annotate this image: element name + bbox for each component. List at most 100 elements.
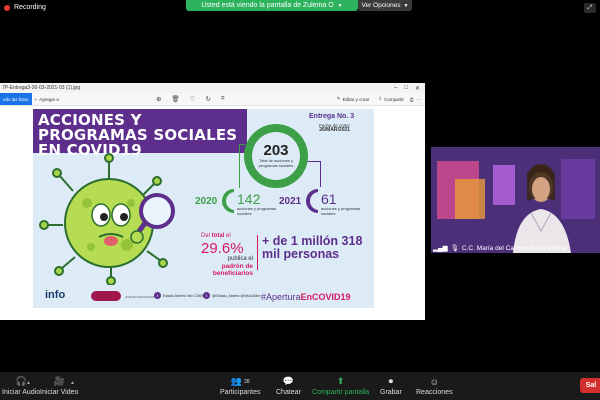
fullscreen-button[interactable]: ⤢ bbox=[584, 3, 596, 13]
favorite-icon[interactable]: ♡ bbox=[190, 95, 196, 103]
signal-bars-icon: ▂▄▆ bbox=[433, 245, 448, 252]
facebook-handle: f Estado Abierto Info CDMX bbox=[154, 292, 204, 299]
label-2020: acciones y programas sociales bbox=[237, 206, 277, 216]
beneficiaries-total: + de 1 millón 318 mil personas bbox=[262, 234, 363, 261]
reactions-label: Reacciones bbox=[416, 389, 453, 396]
chat-button[interactable]: 💬 Chatear bbox=[276, 376, 301, 396]
window-title: 7P-Entrega3-26-03-2021-03 (1).jpg bbox=[2, 85, 81, 91]
minimize-icon[interactable]: – bbox=[394, 85, 397, 92]
hashtag: #AperturaEnCOVID19 bbox=[261, 292, 351, 302]
chevron-down-icon: ▼ bbox=[403, 2, 409, 9]
leave-meeting-button[interactable]: Sal bbox=[580, 378, 600, 393]
view-options-button[interactable]: Ver Opciones ▼ bbox=[358, 0, 412, 11]
info-logo: info bbox=[45, 289, 66, 301]
maximize-icon[interactable]: □ bbox=[404, 85, 408, 92]
delete-icon[interactable]: 🗑 bbox=[171, 95, 179, 103]
all-photos-button[interactable]: odo las fotos bbox=[0, 93, 32, 105]
participants-label: Participantes bbox=[220, 389, 261, 396]
hashtag-part-a: #Apertura bbox=[261, 292, 301, 302]
start-video-label: Iniciar Video bbox=[40, 389, 79, 396]
chat-label: Chatear bbox=[276, 389, 301, 396]
share-screen-button[interactable]: ⬆ Compartir pantalla bbox=[312, 376, 369, 396]
screen-share-banner[interactable]: Usted está viendo la pantalla de Zulema … bbox=[186, 0, 358, 11]
all-photos-label: odo las fotos bbox=[3, 96, 29, 102]
facebook-icon: f bbox=[154, 292, 161, 299]
start-video-button[interactable]: 🎥 Iniciar Video bbox=[40, 376, 78, 396]
video-frame bbox=[431, 147, 600, 253]
infographic-image: ACCIONES Y PROGRAMAS SOCIALES EN COVID19… bbox=[33, 109, 374, 308]
share-screen-icon: ⬆ bbox=[336, 376, 345, 386]
record-dot-icon bbox=[4, 4, 10, 11]
edit-create-button[interactable]: ✎ Editar y crear bbox=[334, 96, 373, 102]
recording-indicator[interactable]: Recording bbox=[4, 4, 46, 11]
window-titlebar: 7P-Entrega3-26-03-2021-03 (1).jpg – □ ✕ bbox=[0, 83, 425, 93]
print-icon[interactable]: ⎙ bbox=[410, 97, 414, 102]
label-2021: acciones y programas sociales bbox=[321, 206, 361, 216]
count-2020: 142 bbox=[237, 191, 261, 207]
ciudad-logo bbox=[91, 291, 121, 301]
mic-icon: 🎙 bbox=[450, 245, 459, 252]
year-2020: 2020 bbox=[195, 196, 218, 207]
total-label: Total de acciones y programas sociales bbox=[258, 158, 294, 168]
bracket-2021 bbox=[306, 189, 320, 213]
edit-create-label: Editar y crear bbox=[342, 96, 370, 102]
total-count: 203 bbox=[263, 142, 289, 159]
total-donut: 203 Total de acciones y programas social… bbox=[244, 124, 308, 188]
cutoff-value: 26/MAR/2021 bbox=[319, 127, 351, 133]
ciudad-logo-text: CIUDAD INNOVADORA bbox=[125, 295, 158, 299]
view-options-label: Ver Opciones bbox=[361, 2, 401, 9]
rotate-icon[interactable]: ↻ bbox=[205, 95, 210, 103]
start-audio-label: Iniciar Audio bbox=[2, 389, 41, 396]
start-audio-button[interactable]: 🎧 Iniciar Audio bbox=[2, 376, 40, 396]
percent-value: 29.6% bbox=[201, 240, 244, 257]
record-label: Grabar bbox=[380, 389, 402, 396]
participant-video[interactable] bbox=[431, 147, 600, 253]
del-bold: total bbox=[211, 233, 225, 239]
share-screen-label: Compartir pantalla bbox=[312, 389, 370, 396]
leave-meeting-label: Sal bbox=[585, 382, 597, 389]
facebook-text: Estado Abierto Info CDMX bbox=[163, 293, 204, 298]
divider-line bbox=[257, 235, 258, 270]
recording-label: Recording bbox=[14, 4, 46, 11]
share-label: Compartir bbox=[384, 96, 404, 102]
plus-icon: + bbox=[34, 96, 38, 102]
cutoff-date: Fecha de corte: 26/MAR/2021 bbox=[319, 123, 350, 133]
record-button[interactable]: ⏺ Grabar bbox=[380, 376, 402, 396]
twitter-handle: t @Estado_Abierto @InfoCdMex bbox=[203, 292, 261, 299]
more-options-button[interactable]: ··· bbox=[417, 97, 422, 102]
share-button[interactable]: ⇪ Compartir bbox=[375, 96, 407, 102]
video-options-caret[interactable]: ▲ bbox=[70, 380, 75, 386]
record-icon: ⏺ bbox=[388, 376, 394, 386]
infographic-title: ACCIONES Y PROGRAMAS SOCIALES EN COVID19 bbox=[38, 111, 238, 159]
video-off-icon: 🎥 bbox=[53, 376, 65, 386]
entrega-number: Entrega No. 3 bbox=[309, 113, 355, 120]
del-prefix: Del bbox=[201, 233, 211, 239]
bracket-2020 bbox=[222, 189, 236, 213]
close-icon[interactable]: ✕ bbox=[415, 85, 420, 92]
count-2021: 61 bbox=[321, 191, 337, 207]
audio-options-caret[interactable]: ▲ bbox=[26, 380, 31, 386]
connector-line bbox=[307, 161, 321, 187]
add-to-label: Agregar a bbox=[39, 96, 59, 102]
reactions-button[interactable]: ☺ Reacciones bbox=[416, 376, 453, 397]
participants-button[interactable]: 👥 28 Participantes bbox=[220, 376, 260, 396]
del-total-text: Del total el bbox=[201, 233, 231, 239]
headphones-icon: 🎧 bbox=[15, 376, 27, 386]
smile-icon: ☺ bbox=[429, 376, 439, 387]
virus-illustration bbox=[39, 153, 175, 285]
twitter-text: @Estado_Abierto @InfoCdMex bbox=[212, 293, 261, 298]
share-icon: ⇪ bbox=[378, 96, 383, 101]
participant-name-bar: ▂▄▆ 🎙 C.C. María del Carmen Nava Polina bbox=[431, 243, 600, 253]
fullscreen-icon: ⤢ bbox=[587, 4, 593, 11]
year-2021: 2021 bbox=[279, 196, 302, 207]
add-to-button[interactable]: + Agregar a bbox=[32, 97, 62, 102]
crop-icon[interactable]: ⌗ bbox=[221, 95, 225, 103]
twitter-icon: t bbox=[203, 292, 210, 299]
padron-text: padrón de beneficiarios bbox=[212, 263, 253, 277]
participant-name: C.C. María del Carmen Nava Polina bbox=[461, 244, 566, 252]
viewer-toolbar: odo las fotos + Agregar a ⊕ 🗑 ♡ ↻ ⌗ ✎ Ed… bbox=[0, 93, 425, 106]
del-suffix: el bbox=[226, 233, 231, 239]
zoom-in-icon[interactable]: ⊕ bbox=[156, 95, 161, 103]
participants-count: 28 bbox=[244, 378, 250, 385]
hashtag-part-b: EnCOVID19 bbox=[300, 292, 351, 302]
